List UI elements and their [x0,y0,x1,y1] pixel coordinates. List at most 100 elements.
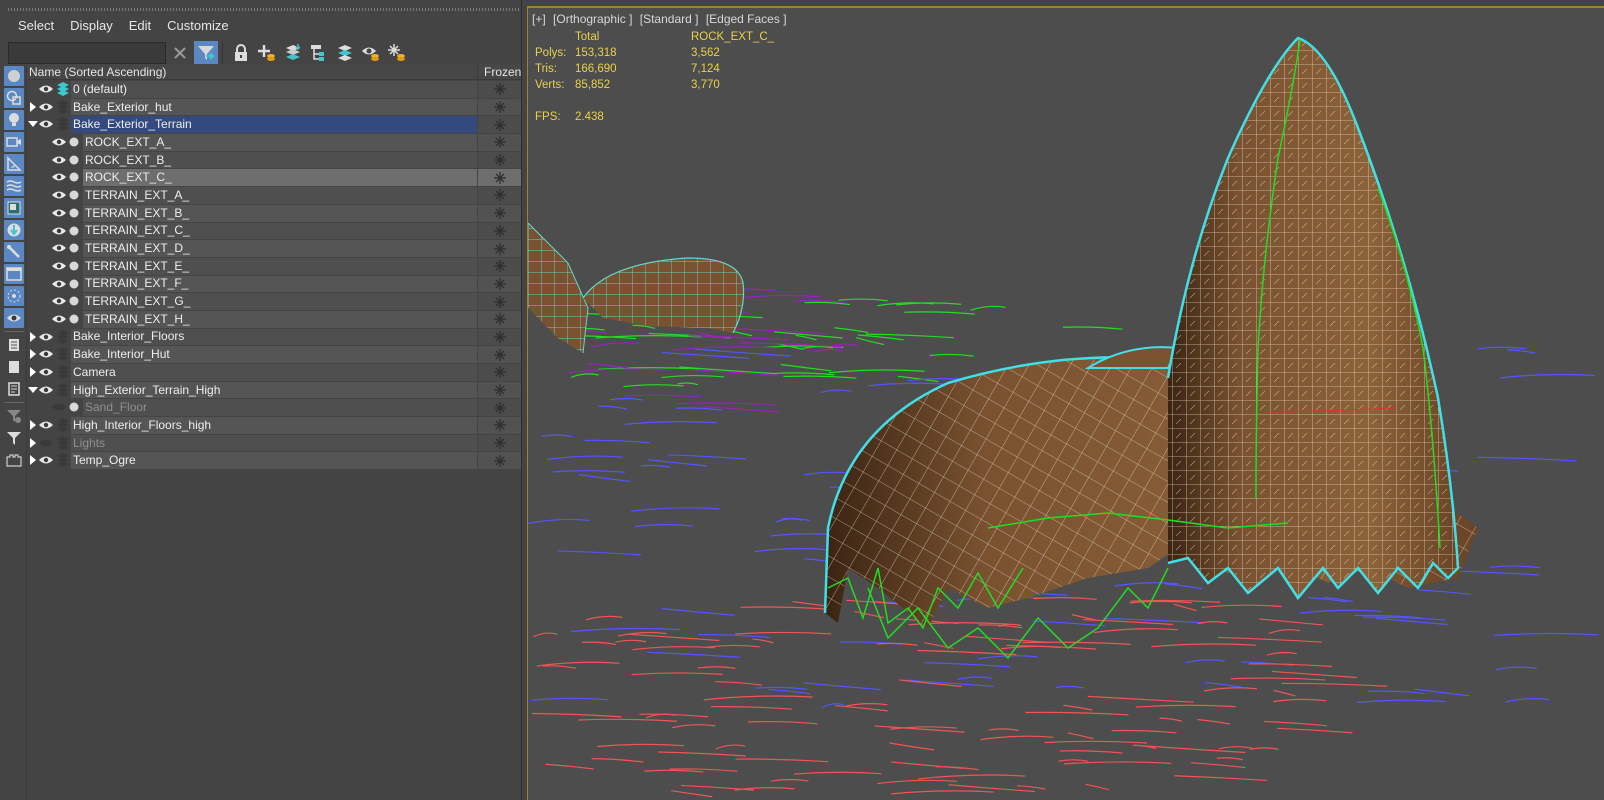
filter-containers-button[interactable] [4,264,24,284]
rock-mesh-left[interactable] [528,222,745,354]
tree-object-row[interactable]: TERRAIN_EXT_G_ [27,292,521,310]
expand-arrow-icon[interactable] [30,455,36,466]
freeze-toggle[interactable] [478,81,521,98]
freeze-toggle[interactable] [478,364,521,381]
perspective-viewport[interactable]: [+] [Orthographic ] [Standard ] [Edged F… [527,6,1604,800]
filter-lights-button[interactable] [4,110,24,130]
visibility-toggle[interactable] [52,243,66,253]
visibility-toggle[interactable] [52,137,66,147]
tree-object-row[interactable]: ROCK_EXT_C_ [27,168,521,187]
panel-drag-handle[interactable] [8,8,520,11]
filter-cameras-button[interactable] [4,132,24,152]
tree-layer-row[interactable]: Temp_Ogre [27,451,521,470]
add-to-layer-button[interactable] [281,41,305,65]
freeze-toggle[interactable] [478,434,521,452]
viewport-pov-menu[interactable]: [Orthographic ] [553,12,632,26]
collapse-arrow-icon[interactable] [28,121,38,128]
display-children-button[interactable] [4,335,24,355]
visibility-toggle[interactable] [52,190,66,200]
filter-particles-button[interactable] [4,286,24,306]
visibility-toggle[interactable] [52,279,66,289]
visibility-toggle[interactable] [52,226,66,236]
menu-select[interactable]: Select [10,16,62,38]
container-toggle-button[interactable] [4,450,24,470]
freeze-toggle[interactable] [478,452,521,470]
freeze-toggle[interactable] [478,240,521,257]
rock-mesh-spire-selected[interactable] [1166,36,1460,601]
visibility-toggle[interactable] [39,455,53,465]
expand-arrow-icon[interactable] [30,367,36,377]
freeze-toggle[interactable] [478,293,521,310]
visibility-toggle[interactable] [52,208,66,218]
visibility-toggle[interactable] [39,367,53,377]
filter-settings-button[interactable] [4,406,24,426]
search-input[interactable] [8,42,166,64]
layers-button[interactable] [333,41,357,65]
filter-geometry-button[interactable] [4,66,24,86]
visibility-toggle[interactable] [39,385,53,395]
visibility-toggle[interactable] [52,172,66,182]
tree-object-row[interactable]: ROCK_EXT_A_ [27,133,521,151]
freeze-toggle[interactable] [478,134,521,151]
visibility-toggle[interactable] [52,261,66,271]
viewport-shading-menu[interactable]: [Standard ] [640,12,699,26]
freeze-toggle[interactable] [478,257,521,275]
freeze-toggle[interactable] [478,399,521,417]
hide-layer-button[interactable] [359,41,383,65]
menu-display[interactable]: Display [62,16,121,38]
tree-object-row[interactable]: TERRAIN_EXT_A_ [27,186,521,204]
display-all-button[interactable] [4,357,24,377]
viewport-display-menu[interactable]: [Edged Faces ] [706,12,787,26]
hierarchy-button[interactable] [307,41,331,65]
tree-layer-row[interactable]: High_Exterior_Terrain_High [27,381,521,399]
tree-object-row[interactable]: TERRAIN_EXT_E_ [27,257,521,275]
tree-object-row[interactable]: TERRAIN_EXT_D_ [27,239,521,257]
tree-object-row[interactable]: TERRAIN_EXT_C_ [27,222,521,240]
tree-layer-row[interactable]: Bake_Exterior_hut [27,98,521,116]
tree-object-row[interactable]: ROCK_EXT_B_ [27,151,521,169]
tree-layer-row[interactable]: Lights [27,434,521,452]
freeze-toggle[interactable] [478,346,521,363]
visibility-toggle[interactable] [52,314,66,324]
collapse-arrow-icon[interactable] [28,386,38,393]
visibility-toggle[interactable] [39,438,53,448]
freeze-toggle[interactable] [478,187,521,204]
freeze-toggle[interactable] [478,381,521,399]
tree-object-row[interactable]: TERRAIN_EXT_F_ [27,275,521,293]
filter-xrefs-button[interactable] [4,220,24,240]
filter-toggle-button[interactable] [194,41,218,65]
column-header-frozen[interactable]: Frozen [477,64,521,79]
lock-button[interactable] [229,41,253,65]
menu-edit[interactable]: Edit [121,16,159,38]
freeze-layer-button[interactable] [385,41,409,65]
freeze-toggle[interactable] [478,275,521,293]
freeze-toggle[interactable] [478,222,521,240]
tree-object-row[interactable]: TERRAIN_EXT_H_ [27,310,521,328]
expand-arrow-icon[interactable] [30,437,36,448]
freeze-toggle[interactable] [478,204,521,222]
freeze-toggle[interactable] [478,98,521,116]
tree-layer-row[interactable]: Bake_Interior_Floors [27,328,521,346]
expand-arrow-icon[interactable] [30,349,36,360]
column-header-name[interactable]: Name (Sorted Ascending) [27,65,477,79]
filter-spacewarps-button[interactable] [4,176,24,196]
filter-visibility-button[interactable] [4,308,24,328]
freeze-toggle[interactable] [478,310,521,328]
tree-layer-row[interactable]: Bake_Interior_Hut [27,345,521,363]
visibility-toggle[interactable] [39,102,53,112]
tree-layer-row[interactable]: High_Interior_Floors_high [27,416,521,434]
expand-arrow-icon[interactable] [30,331,36,342]
visibility-toggle[interactable] [39,119,53,129]
tree-object-row[interactable]: TERRAIN_EXT_B_ [27,204,521,222]
filter-bones-button[interactable] [4,242,24,262]
visibility-toggle[interactable] [52,402,66,412]
filter-groups-button[interactable] [4,198,24,218]
tree-layer-row[interactable]: Bake_Exterior_Terrain [27,115,521,134]
expand-arrow-icon[interactable] [30,420,36,431]
visibility-toggle[interactable] [39,420,53,430]
tree-object-row[interactable]: Sand_Floor [27,398,521,417]
filter-helpers-button[interactable] [4,154,24,174]
visibility-toggle[interactable] [52,296,66,306]
clear-search-button[interactable] [168,41,192,65]
visibility-toggle[interactable] [39,349,53,359]
